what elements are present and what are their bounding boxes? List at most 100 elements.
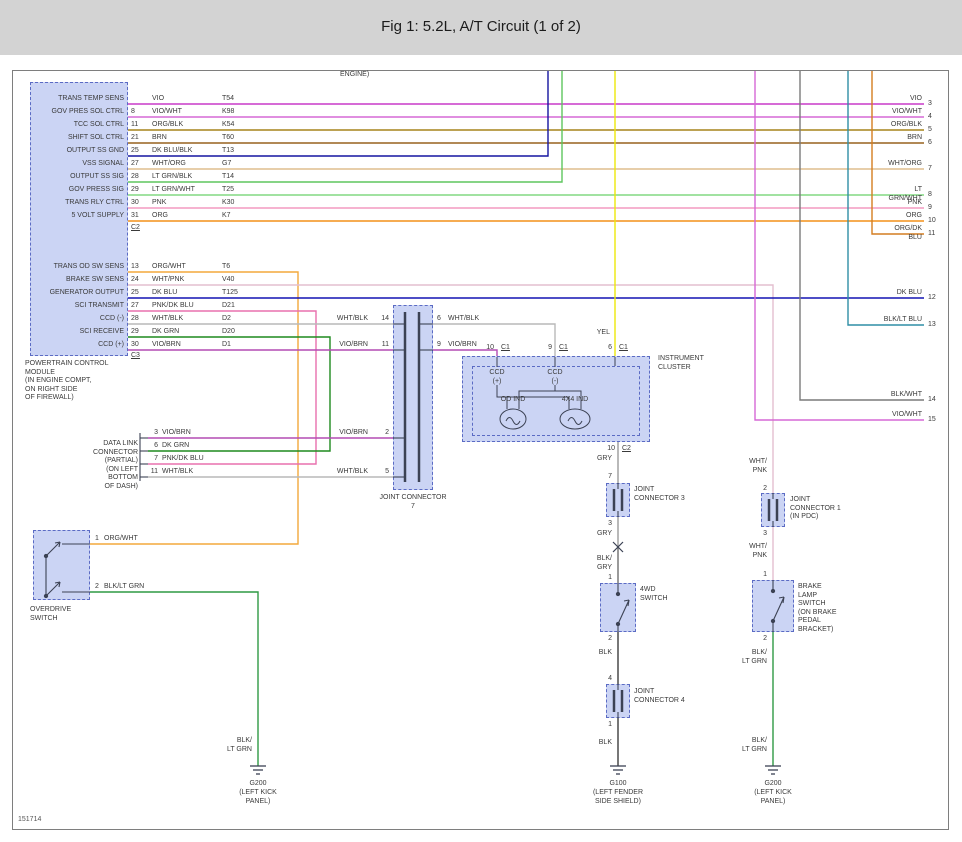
wire-label-blk-lt-grn: BLK/ LT GRN xyxy=(742,737,767,754)
ccd-plus-label: CCD (+) xyxy=(489,369,504,386)
pcm-row-pin: 29 xyxy=(131,186,139,195)
pcm-row-pin: 21 xyxy=(131,134,139,143)
pcm-row-pin: 28 xyxy=(131,173,139,182)
joint-connector1-bus xyxy=(769,493,777,527)
pcm-row-circuit: T60 xyxy=(222,134,234,143)
pcm-row-pin: 28 xyxy=(131,315,139,324)
pcm-row-pin: 24 xyxy=(131,276,139,285)
pcm-row-pin: 25 xyxy=(131,147,139,156)
pcm-row-wire: DK BLU/BLK xyxy=(152,147,192,156)
pcm-row-name: TRANS OD SW SENS xyxy=(54,263,124,272)
pcm-row-circuit: T6 xyxy=(222,263,230,272)
pcm-row-wire: ORG/WHT xyxy=(152,263,186,272)
pcm-row-wire: DK BLU xyxy=(152,289,177,298)
pin-label: 4 xyxy=(608,675,612,684)
cluster-pin: 10 xyxy=(486,344,494,353)
edge-pin: 7 xyxy=(928,165,932,174)
pcm-connector-c2: C2 xyxy=(131,224,140,233)
wire-org-wht xyxy=(90,272,298,544)
jc7-wire: WHT/BLK xyxy=(337,468,368,477)
edge-wire: BRN xyxy=(907,134,922,143)
edge-wire: WHT/ORG xyxy=(888,160,922,169)
pcm-row-circuit: D20 xyxy=(222,328,235,337)
pcm-row-name: BRAKE SW SENS xyxy=(66,276,124,285)
brake-lamp-switch-symbol xyxy=(771,580,784,632)
x4-ind-label: 4X4 IND xyxy=(562,396,588,405)
pin-label: 3 xyxy=(608,520,612,529)
pcm-row-name: VSS SIGNAL xyxy=(82,160,124,169)
edge-wire: ORG/DK BLU xyxy=(882,225,922,242)
edge-wire: BLK/WHT xyxy=(891,391,922,400)
edge-pin: 6 xyxy=(928,139,932,148)
jc7-wire: VIO/BRN xyxy=(339,341,368,350)
edge-pin: 8 xyxy=(928,191,932,200)
pin-label: 3 xyxy=(763,530,767,539)
cluster-conn: C2 xyxy=(622,445,631,454)
pcm-row-circuit: T25 xyxy=(222,186,234,195)
pcm-row-pin: 31 xyxy=(131,212,139,221)
edge-pin: 14 xyxy=(928,396,936,405)
pcm-row-circuit: D21 xyxy=(222,302,235,311)
pin-label: 2 xyxy=(763,635,767,644)
wire-label-blk: BLK xyxy=(599,649,612,658)
pcm-row-name: TRANS RLY CTRL xyxy=(65,199,124,208)
pin-label: 2 xyxy=(608,635,612,644)
cluster-internals xyxy=(497,357,615,429)
jc7-pin: 11 xyxy=(382,341,389,350)
wire-label-gry: GRY xyxy=(597,530,612,539)
pcm-row-wire: WHT/PNK xyxy=(152,276,184,285)
dlc-caption: DATA LINK CONNECTOR (PARTIAL) (ON LEFT B… xyxy=(93,440,138,491)
pcm-row-wire: VIO xyxy=(152,95,164,104)
ground-symbol-middle xyxy=(610,766,626,774)
ccd-minus-label: CCD (-) xyxy=(547,369,562,386)
pcm-row-name: SCI RECEIVE xyxy=(80,328,124,337)
pcm-row-name: GENERATOR OUTPUT xyxy=(50,289,124,298)
pcm-row-pin: 13 xyxy=(131,263,139,272)
pcm-row-wire: PNK xyxy=(152,199,166,208)
dlc-pin: 11 xyxy=(151,468,158,477)
jc7-wire: WHT/BLK xyxy=(448,315,479,324)
cropped-top-label: ENGINE) xyxy=(340,71,369,80)
brake-lamp-switch-label: BRAKE LAMP SWITCH (ON BRAKE PEDAL BRACKE… xyxy=(798,583,837,634)
pcm-row-pin: 11 xyxy=(131,121,138,130)
wire-wht-blk-cluster xyxy=(433,324,555,356)
joint-connector3-bus xyxy=(614,483,622,517)
edge-wire: ORG/BLK xyxy=(891,121,922,130)
pcm-row-circuit: G7 xyxy=(222,160,231,169)
wire-label-wht-pnk: WHT/ PNK xyxy=(749,543,767,560)
jc7-pin: 14 xyxy=(381,315,389,324)
pcm-row-name: OUTPUT SS SIG xyxy=(70,173,124,182)
jc7-pin: 6 xyxy=(437,315,441,324)
pcm-row-circuit: K98 xyxy=(222,108,234,117)
pcm-row-wire: ORG/BLK xyxy=(152,121,183,130)
pcm-row-pin: 30 xyxy=(131,341,139,350)
edge-pin: 3 xyxy=(928,100,932,109)
jc7-pin: 2 xyxy=(385,429,389,438)
pcm-row-name: SCI TRANSMIT xyxy=(75,302,124,311)
pcm-row-name: GOV PRESS SIG xyxy=(69,186,124,195)
edge-wire: DK BLU xyxy=(897,289,922,298)
pin-label: 2 xyxy=(763,485,767,494)
cluster-pin: 10 xyxy=(607,445,615,454)
pcm-row-name: GOV PRES SOL CTRL xyxy=(52,108,124,117)
pcm-row-pin: 8 xyxy=(131,108,135,117)
edge-pin: 5 xyxy=(928,126,932,135)
pcm-row-wire: LT GRN/WHT xyxy=(152,186,195,195)
dlc-pins xyxy=(140,433,148,481)
pin-label: 1 xyxy=(608,721,612,730)
pcm-row-wire: VIO/WHT xyxy=(152,108,182,117)
cluster-conn: C1 xyxy=(619,344,628,353)
pin-label: 1 xyxy=(608,574,612,583)
jc7-label: JOINT CONNECTOR 7 xyxy=(379,494,446,511)
pcm-row-wire: VIO/BRN xyxy=(152,341,181,350)
pcm-row-pin: 27 xyxy=(131,160,139,169)
edge-wire: VIO xyxy=(910,95,922,104)
cluster-label: INSTRUMENT CLUSTER xyxy=(658,355,704,372)
dlc-wire: DK GRN xyxy=(162,442,189,451)
edge-pin: 12 xyxy=(928,294,936,303)
wire-dk-grn xyxy=(128,337,330,451)
wire-lt-grn-blk xyxy=(128,71,562,182)
pcm-row-wire: PNK/DK BLU xyxy=(152,302,194,311)
pcm-row-circuit: T125 xyxy=(222,289,238,298)
wire-label-org-wht: ORG/WHT xyxy=(104,535,138,544)
